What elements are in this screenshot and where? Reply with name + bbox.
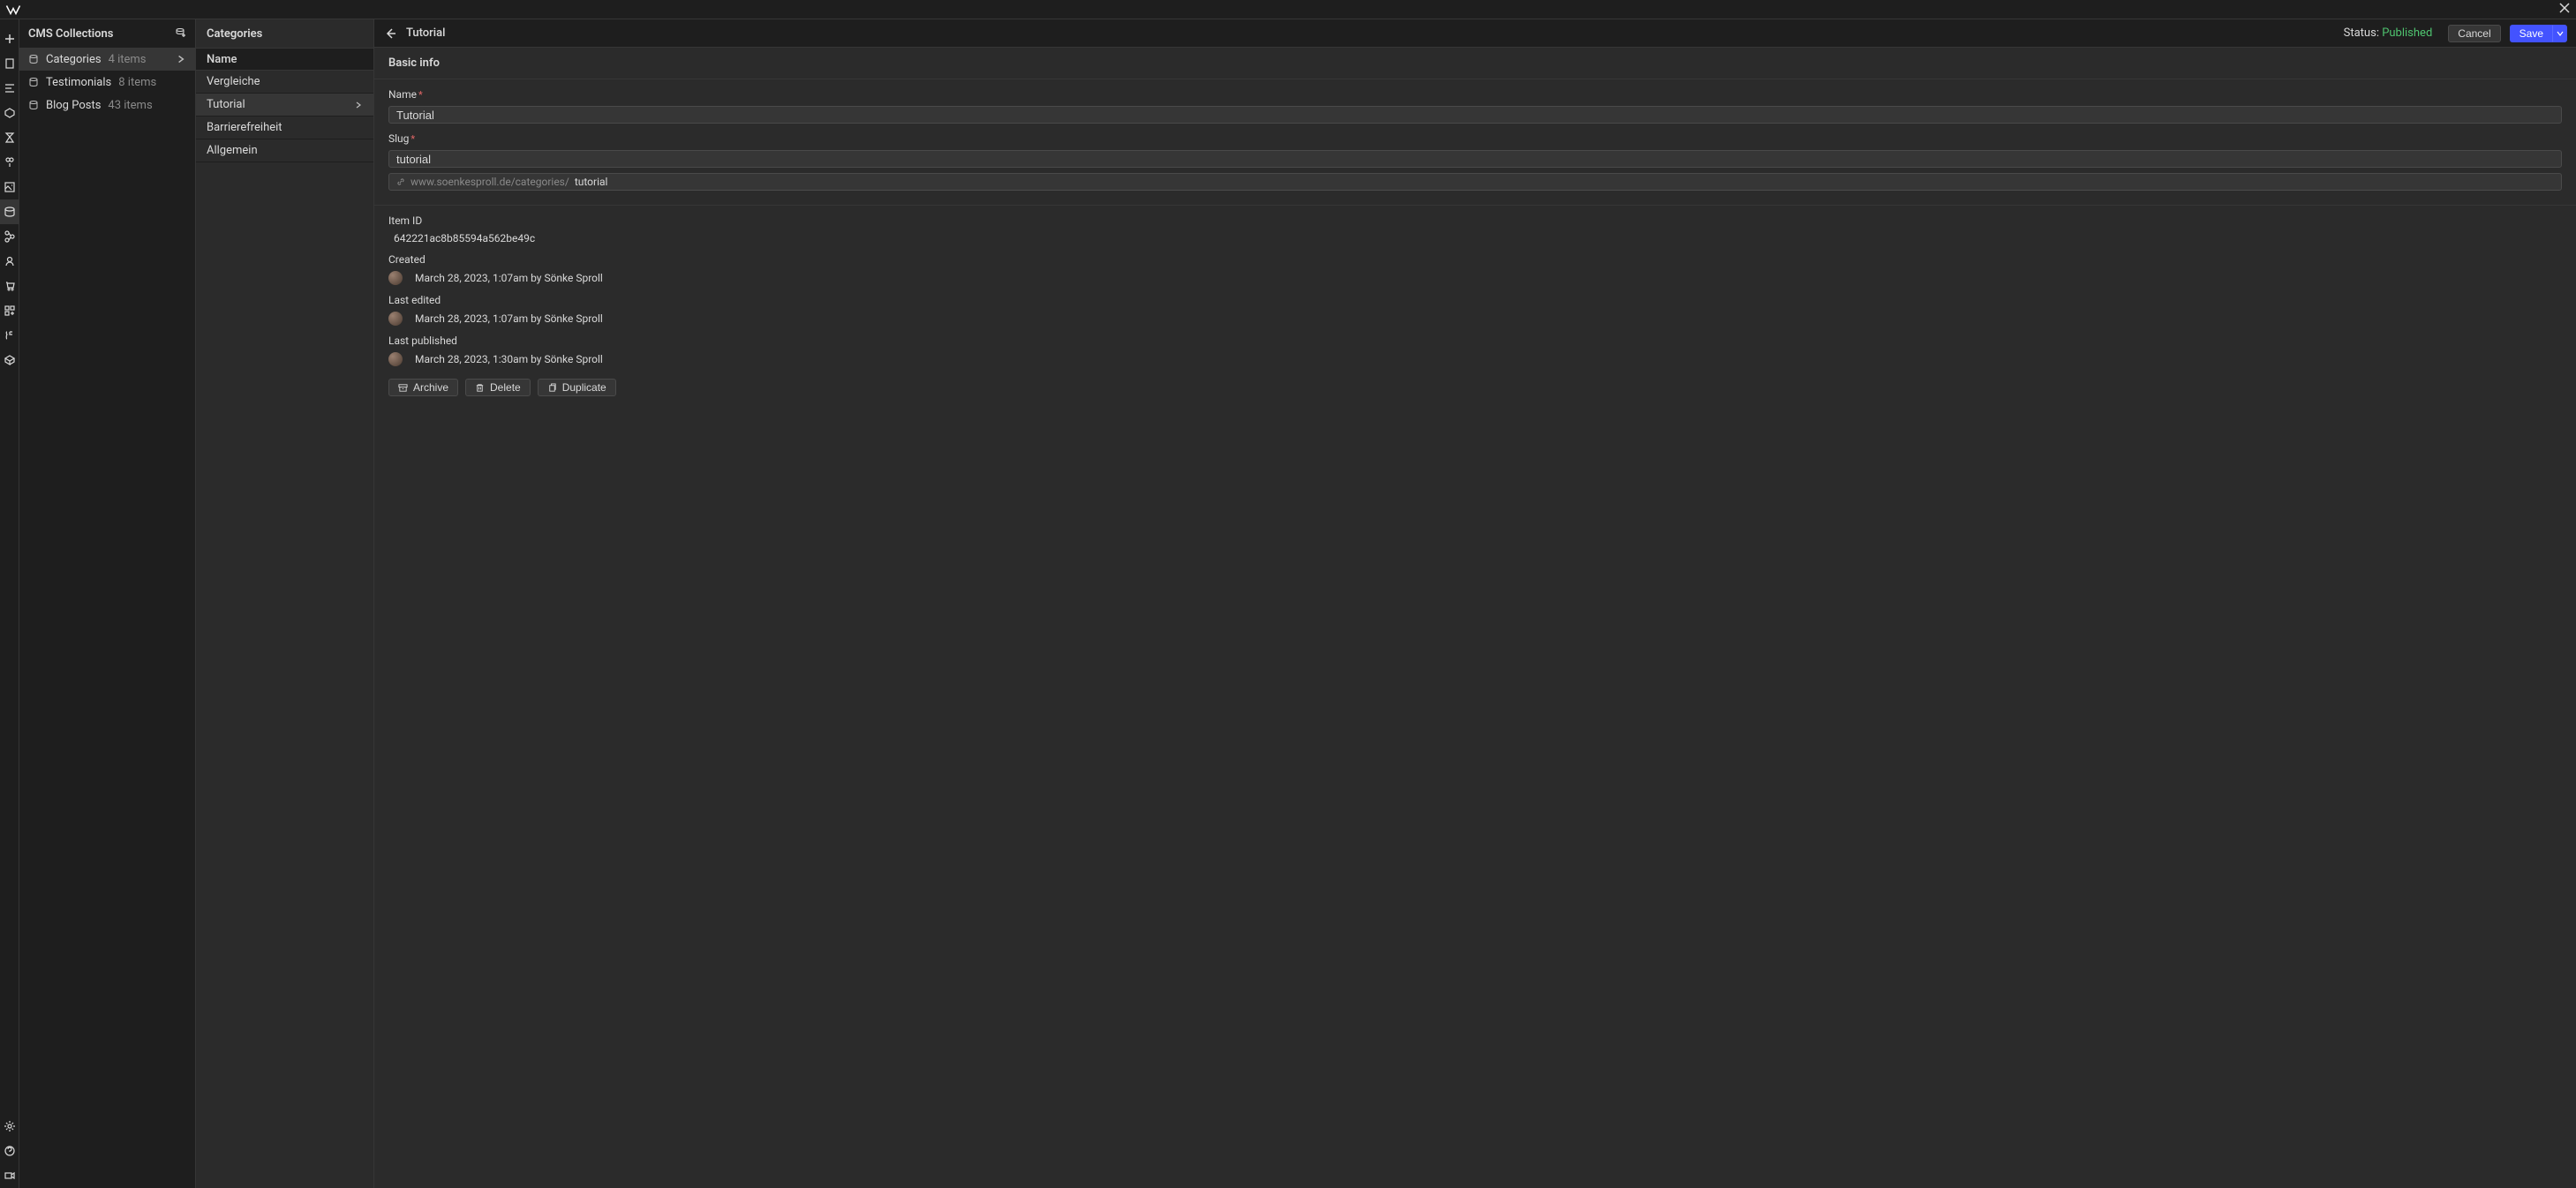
item-name: Tutorial	[207, 98, 245, 111]
slug-url-preview: www.soenkesproll.de/categories/tutorial	[388, 173, 2562, 191]
item-row[interactable]: Barrierefreiheit	[196, 117, 373, 139]
app-logo-icon	[5, 2, 21, 18]
add-collection-icon[interactable]	[174, 26, 186, 41]
items-column-header: Name	[196, 48, 373, 71]
item-id-value: 642221ac8b85594a562be49c	[388, 232, 2562, 244]
collection-name: Blog Posts	[46, 99, 101, 112]
trash-icon	[475, 383, 485, 393]
rail-ecommerce-icon[interactable]	[0, 274, 19, 298]
collection-row[interactable]: Testimonials 8 items	[19, 71, 195, 94]
status-label: Status: Published	[2344, 26, 2440, 40]
rail-cms-icon[interactable]	[0, 199, 19, 224]
detail-header: Tutorial Status: Published Cancel Save	[374, 19, 2576, 48]
collection-row[interactable]: Blog Posts 43 items	[19, 94, 195, 117]
duplicate-button[interactable]: Duplicate	[538, 379, 616, 396]
archive-button[interactable]: Archive	[388, 379, 458, 396]
slug-input[interactable]	[388, 150, 2562, 168]
collection-count: 4 items	[109, 53, 147, 66]
rail-finsweet-icon[interactable]	[0, 323, 19, 348]
item-row[interactable]: Tutorial	[196, 94, 373, 117]
close-icon[interactable]	[2558, 2, 2571, 18]
item-name: Vergleiche	[207, 75, 260, 88]
name-input[interactable]	[388, 106, 2562, 124]
edited-label: Last edited	[388, 294, 2562, 306]
edited-value: March 28, 2023, 1:07am by Sönke Sproll	[410, 312, 603, 325]
name-label: Name*	[388, 88, 2562, 101]
rail-variables-icon[interactable]	[0, 125, 19, 150]
copy-icon	[547, 383, 557, 393]
cancel-button[interactable]: Cancel	[2448, 25, 2500, 42]
avatar	[388, 271, 403, 285]
detail-panel: Tutorial Status: Published Cancel Save B…	[374, 19, 2576, 1188]
rail-assets-icon[interactable]	[0, 175, 19, 199]
items-panel: Categories Name Vergleiche Tutorial Barrie…	[196, 19, 374, 1188]
database-icon	[28, 100, 39, 110]
avatar	[388, 312, 403, 326]
chevron-right-icon	[176, 54, 186, 64]
rail-styles-icon[interactable]	[0, 150, 19, 175]
section-basic-info: Basic info	[374, 48, 2576, 79]
chevron-right-icon	[354, 101, 363, 109]
collection-name: Categories	[46, 53, 102, 66]
collections-panel: CMS Collections Categories 4 items Testi…	[19, 19, 196, 1188]
items-panel-title: Categories	[196, 19, 373, 48]
avatar	[388, 352, 403, 366]
collection-row[interactable]: Categories 4 items	[19, 48, 195, 71]
link-icon	[396, 177, 405, 186]
delete-button[interactable]: Delete	[465, 379, 531, 396]
database-icon	[28, 77, 39, 87]
rail-navigator-icon[interactable]	[0, 76, 19, 101]
rail-pages-icon[interactable]	[0, 51, 19, 76]
rail-settings-icon[interactable]	[0, 1114, 19, 1139]
rail-video-icon[interactable]	[0, 1163, 19, 1188]
rail-apps-icon[interactable]	[0, 298, 19, 323]
collection-name: Testimonials	[46, 76, 111, 89]
item-id-label: Item ID	[388, 214, 2562, 227]
status-value: Published	[2382, 26, 2432, 40]
item-name: Allgemein	[207, 144, 258, 157]
item-row[interactable]: Vergleiche	[196, 71, 373, 94]
top-bar	[0, 0, 2576, 19]
created-label: Created	[388, 253, 2562, 266]
rail-cube-icon[interactable]	[0, 348, 19, 372]
rail-logic-icon[interactable]	[0, 224, 19, 249]
back-arrow-icon[interactable]	[383, 26, 397, 41]
rail-help-icon[interactable]	[0, 1139, 19, 1163]
slug-label: Slug*	[388, 132, 2562, 145]
rail-components-icon[interactable]	[0, 101, 19, 125]
published-label: Last published	[388, 335, 2562, 347]
detail-title: Tutorial	[406, 26, 445, 40]
collection-count: 8 items	[118, 76, 156, 89]
tool-rail	[0, 19, 19, 1188]
created-value: March 28, 2023, 1:07am by Sönke Sproll	[410, 272, 603, 284]
item-name: Barrierefreiheit	[207, 121, 282, 134]
rail-users-icon[interactable]	[0, 249, 19, 274]
rail-add-icon[interactable]	[0, 26, 19, 51]
item-row[interactable]: Allgemein	[196, 139, 373, 162]
save-dropdown-icon[interactable]	[2553, 25, 2567, 42]
collection-count: 43 items	[108, 99, 152, 112]
save-button[interactable]: Save	[2510, 25, 2553, 42]
database-icon	[28, 54, 39, 64]
collections-title: CMS Collections	[28, 27, 113, 41]
published-value: March 28, 2023, 1:30am by Sönke Sproll	[410, 353, 603, 365]
archive-icon	[398, 383, 408, 393]
